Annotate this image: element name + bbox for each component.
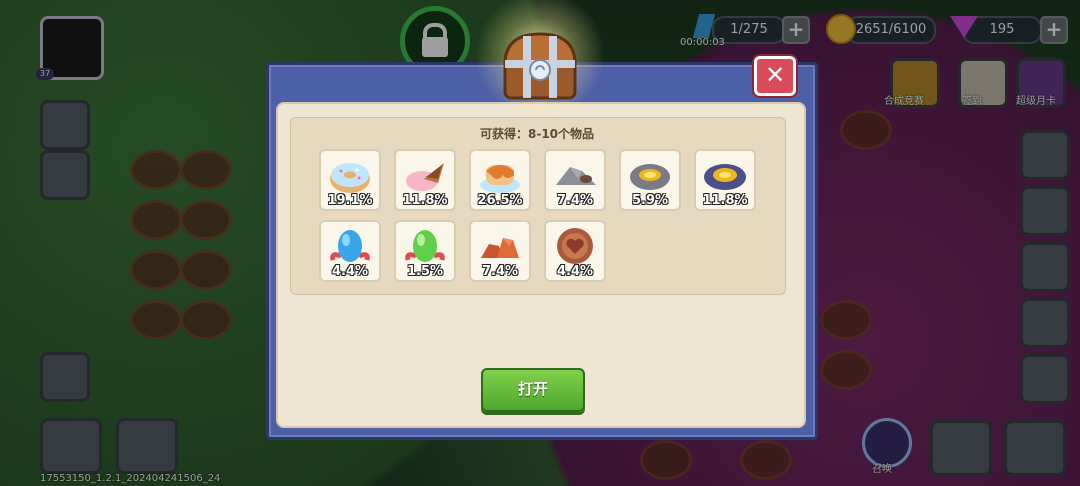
reward-item-crystal-ore[interactable]: 11.8% (694, 149, 756, 211)
drop-rate: 11.8% (402, 193, 448, 208)
treasure-chest-icon (503, 32, 577, 100)
reward-item-rock-pile[interactable]: 7.4% (469, 220, 531, 282)
reward-item-lava-rock[interactable]: 5.9% (619, 149, 681, 211)
drop-rate: 4.4% (331, 264, 369, 279)
drop-rate: 26.5% (477, 193, 523, 208)
close-icon: ✕ (764, 61, 786, 89)
green-egg-icon (405, 230, 445, 262)
reward-item-ice-cream[interactable]: 11.8% (394, 149, 456, 211)
stone-pile-icon (556, 167, 596, 185)
crystal-ore-icon (704, 164, 746, 190)
reward-item-green-egg[interactable]: 1.5% (394, 220, 456, 282)
donut-icon (330, 163, 370, 193)
reward-item-heart-coin[interactable]: 4.4% (544, 220, 606, 282)
reward-item-blue-egg[interactable]: 4.4% (319, 220, 381, 282)
drop-rate: 4.4% (556, 264, 594, 279)
lava-rock-icon (630, 164, 670, 190)
drop-rate: 7.4% (556, 193, 594, 208)
blue-egg-icon (330, 230, 370, 262)
reward-item-pudding[interactable]: 26.5% (469, 149, 531, 211)
drop-rate: 1.5% (406, 264, 444, 279)
heart-coin-icon (557, 228, 593, 264)
drop-rate: 19.1% (327, 193, 373, 208)
close-dialog-button[interactable]: ✕ (754, 56, 796, 96)
reward-item-donut[interactable]: 19.1% (319, 149, 381, 211)
ice-cream-cone-icon (406, 163, 444, 191)
drop-rate: 5.9% (631, 193, 669, 208)
pudding-icon (480, 165, 520, 193)
open-chest-button[interactable]: 打开 (481, 368, 585, 412)
drop-rate: 11.8% (702, 193, 748, 208)
drop-rate: 7.4% (481, 264, 519, 279)
rock-pile-icon (481, 238, 519, 258)
reward-item-stone-pile[interactable]: 7.4% (544, 149, 606, 211)
rewards-title: 可获得：8-10个物品 (479, 127, 595, 141)
